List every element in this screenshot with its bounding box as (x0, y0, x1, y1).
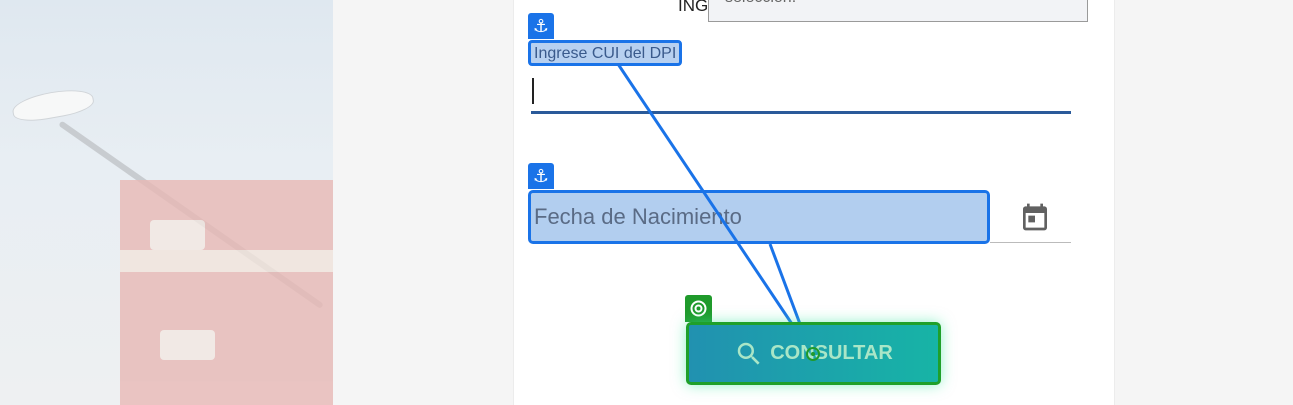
calendar-icon[interactable] (1019, 200, 1051, 234)
anchor-icon: ⚓ (528, 163, 554, 189)
building-window (150, 220, 205, 250)
tooltip: selección. (708, 0, 1088, 22)
fecha-underline (990, 242, 1071, 243)
target-icon-glyph (690, 300, 707, 317)
search-icon (737, 342, 760, 365)
click-marker-icon (806, 347, 820, 361)
fecha-nacimiento-field[interactable]: Fecha de Nacimiento (528, 190, 990, 244)
anchor-icon: ⚓ (528, 13, 554, 39)
street-lamp-head (10, 85, 96, 125)
section-heading-fragment: ING (678, 0, 709, 15)
background-photo (0, 0, 333, 405)
consultar-label: CONSULTAR (770, 342, 893, 364)
building (120, 180, 333, 405)
cui-input[interactable] (531, 70, 1071, 114)
text-caret (532, 78, 534, 104)
cui-label: Ingrese CUI del DPI (528, 40, 683, 66)
building-window (160, 330, 215, 360)
building-cornice (120, 250, 333, 272)
target-icon (685, 295, 712, 322)
